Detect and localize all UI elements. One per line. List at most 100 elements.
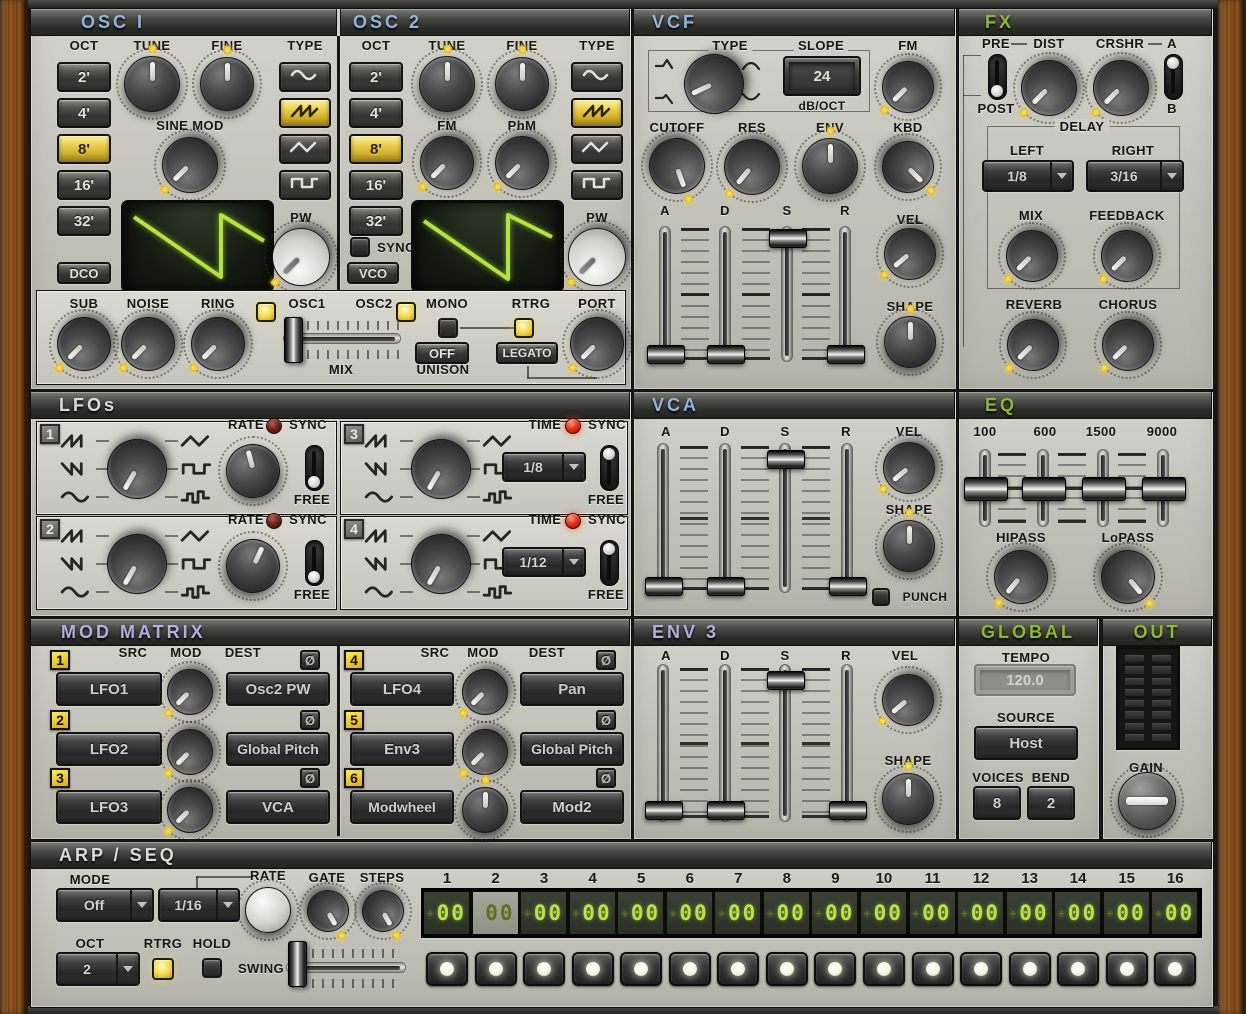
osc2-oct-32-button[interactable]: 32': [349, 206, 403, 236]
step-enable-button[interactable]: [426, 952, 468, 986]
fx-mix-knob[interactable]: [1006, 230, 1058, 282]
osc2-type-pulse-button[interactable]: [571, 170, 623, 200]
step-enable-button[interactable]: [1106, 952, 1148, 986]
mm-slot5-src-button[interactable]: Env3: [350, 732, 454, 766]
saw-up-wave-icon[interactable]: [60, 432, 94, 450]
saw-down-wave-icon[interactable]: [60, 460, 94, 478]
step-value-display[interactable]: 00: [910, 892, 955, 934]
saw-down-wave-icon[interactable]: [364, 555, 398, 573]
mm-slot5-bypass-button[interactable]: Ø: [596, 710, 616, 730]
mm-slot3-dest-button[interactable]: VCA: [226, 790, 330, 824]
sine-wave-icon[interactable]: [364, 488, 398, 506]
osc1-oct-4-button[interactable]: 4': [57, 98, 111, 128]
step-enable-button[interactable]: [1009, 952, 1051, 986]
lfo4-wave-knob[interactable]: [411, 534, 471, 594]
osc2-tune-knob[interactable]: [419, 56, 475, 112]
sample-hold-wave-icon[interactable]: [482, 488, 516, 506]
mm-slot4-bypass-button[interactable]: Ø: [596, 650, 616, 670]
mm-slot1-bypass-button[interactable]: Ø: [300, 650, 320, 670]
lfo1-free-toggle[interactable]: [305, 445, 324, 491]
vcf-release-slider-track[interactable]: [839, 226, 851, 362]
eq-600-slider-handle[interactable]: [1022, 477, 1066, 501]
step-enable-button[interactable]: [1154, 952, 1196, 986]
square-wave-icon[interactable]: [180, 460, 214, 478]
mix-slider-handle[interactable]: [284, 317, 303, 363]
mm-slot1-src-button[interactable]: LFO1: [56, 672, 162, 706]
osc2-pw-knob[interactable]: [568, 228, 626, 286]
step-enable-button[interactable]: [1057, 952, 1099, 986]
lfo1-rate-knob[interactable]: [226, 444, 280, 498]
vcf-vel-knob[interactable]: [884, 228, 936, 280]
mm-slot5-dest-button[interactable]: Global Pitch: [520, 732, 624, 766]
noise-knob[interactable]: [121, 317, 175, 371]
sine-wave-icon[interactable]: [364, 583, 398, 601]
sample-hold-wave-icon[interactable]: [180, 583, 214, 601]
step-enable-button[interactable]: [572, 952, 614, 986]
osc2-type-sine-button[interactable]: [571, 62, 623, 92]
step-value-display[interactable]: 00: [861, 892, 906, 934]
vca-sustain-slider-handle[interactable]: [767, 450, 805, 469]
lfo1-wave-knob[interactable]: [107, 439, 167, 499]
osc1-oct-2-button[interactable]: 2': [57, 62, 111, 92]
triangle-wave-icon[interactable]: [482, 527, 516, 545]
fx-feedback-knob[interactable]: [1101, 230, 1153, 282]
step-enable-button[interactable]: [717, 952, 759, 986]
fx-delay-left-dropdown[interactable]: 1/8: [982, 160, 1074, 192]
vca-release-slider-handle[interactable]: [829, 577, 867, 596]
lfo3-free-toggle[interactable]: [600, 445, 619, 491]
vca-shape-knob[interactable]: [883, 520, 935, 572]
step-value-display[interactable]: 00: [1055, 892, 1100, 934]
arp-gate-knob[interactable]: [307, 890, 349, 932]
step-value-display[interactable]: 00: [958, 892, 1003, 934]
step-enable-button[interactable]: [863, 952, 905, 986]
step-value-display[interactable]: 00: [812, 892, 857, 934]
lfo3-wave-knob[interactable]: [411, 439, 471, 499]
vcf-kbd-knob[interactable]: [882, 141, 934, 193]
step-value-display[interactable]: 00: [1104, 892, 1149, 934]
saw-down-wave-icon[interactable]: [364, 460, 398, 478]
chevron-down-icon[interactable]: [116, 954, 138, 984]
mm-slot3-src-button[interactable]: LFO3: [56, 790, 162, 824]
osc2-type-saw-button[interactable]: [571, 98, 623, 128]
osc2-type-triangle-button[interactable]: [571, 134, 623, 164]
fx-delay-right-dropdown[interactable]: 3/16: [1086, 160, 1184, 192]
vcf-release-slider-handle[interactable]: [827, 345, 865, 364]
vcf-type-knob[interactable]: [684, 54, 744, 114]
osc2-phm-knob[interactable]: [495, 136, 549, 190]
env3-attack-slider-track[interactable]: [657, 664, 669, 822]
osc2-oct-2-button[interactable]: 2': [349, 62, 403, 92]
arp-mode-dropdown[interactable]: Off: [56, 888, 154, 922]
step-value-display[interactable]: 00: [667, 892, 712, 934]
mono-led-button[interactable]: [396, 302, 416, 322]
out-gain-knob[interactable]: [1118, 772, 1176, 830]
mm-slot1-mod-knob[interactable]: [167, 669, 213, 715]
fx-dist-knob[interactable]: [1021, 60, 1077, 116]
arp-steps-knob[interactable]: [362, 890, 404, 932]
step-enable-button[interactable]: [766, 952, 808, 986]
mm-slot2-mod-knob[interactable]: [167, 729, 213, 775]
osc1-sine-mod-knob[interactable]: [162, 137, 218, 193]
step-enable-button[interactable]: [620, 952, 662, 986]
arp-rate-knob[interactable]: [245, 887, 291, 933]
vcf-res-knob[interactable]: [724, 139, 780, 195]
square-wave-icon[interactable]: [180, 555, 214, 573]
lfo2-free-toggle[interactable]: [305, 540, 324, 586]
eq-lopass-knob[interactable]: [1101, 550, 1155, 604]
step-value-display[interactable]: 00: [1152, 892, 1197, 934]
step-value-display[interactable]: 00: [715, 892, 760, 934]
osc1-fine-knob[interactable]: [200, 57, 254, 111]
saw-down-wave-icon[interactable]: [60, 555, 94, 573]
sample-hold-wave-icon[interactable]: [180, 488, 214, 506]
osc2-oct-16-button[interactable]: 16': [349, 170, 403, 200]
mm-slot4-dest-button[interactable]: Pan: [520, 672, 624, 706]
triangle-wave-icon[interactable]: [482, 432, 516, 450]
vca-decay-slider-handle[interactable]: [707, 577, 745, 596]
arp-oct-dropdown[interactable]: 2: [56, 952, 140, 986]
env3-decay-slider-handle[interactable]: [707, 801, 745, 820]
mm-slot6-bypass-button[interactable]: Ø: [596, 768, 616, 788]
env3-attack-slider-handle[interactable]: [645, 801, 683, 820]
mm-slot6-mod-knob[interactable]: [462, 787, 508, 833]
env3-sustain-slider-handle[interactable]: [767, 671, 805, 690]
osc2-vco-button[interactable]: VCO: [347, 262, 399, 284]
triangle-wave-icon[interactable]: [180, 432, 214, 450]
